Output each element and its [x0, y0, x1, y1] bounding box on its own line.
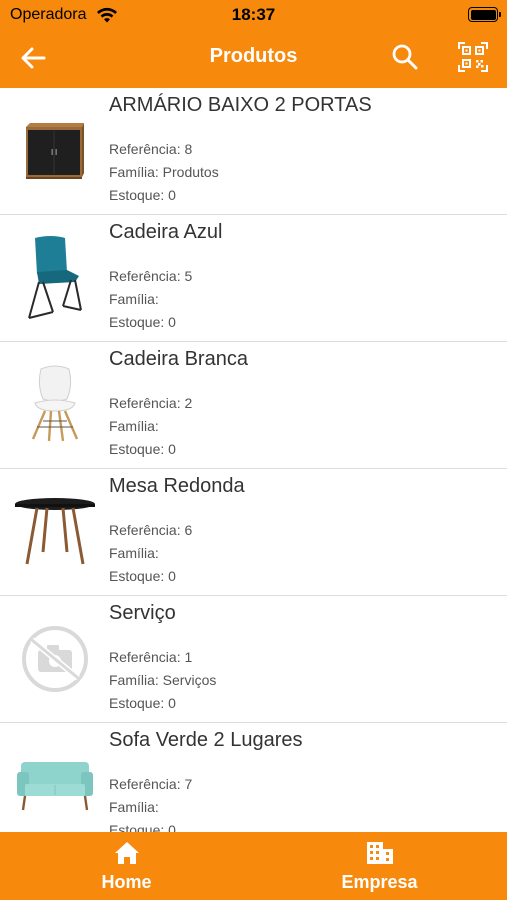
building-icon: [366, 842, 393, 864]
list-item[interactable]: ARMÁRIO BAIXO 2 PORTAS Referência: 8 Fam…: [0, 88, 507, 215]
tab-home-label: Home: [101, 872, 152, 892]
product-family: Família:: [109, 418, 159, 434]
product-stock: Estoque: 0: [109, 187, 176, 203]
product-reference: Referência: 5: [109, 268, 193, 284]
product-name: Cadeira Branca: [109, 348, 248, 370]
product-list[interactable]: ARMÁRIO BAIXO 2 PORTAS Referência: 8 Fam…: [0, 88, 507, 832]
product-stock: Estoque: 0: [109, 822, 176, 832]
product-reference: Referência: 7: [109, 776, 193, 792]
product-name: Sofa Verde 2 Lugares: [109, 729, 303, 751]
clock: 18:37: [231, 5, 276, 24]
home-icon: [114, 842, 139, 864]
page-title: Produtos: [209, 45, 298, 67]
list-item[interactable]: Cadeira Branca Referência: 2 Família: Es…: [0, 342, 507, 469]
status-bar: Operadora 18:37: [0, 0, 507, 30]
list-item[interactable]: Cadeira Azul Referência: 5 Família: Esto…: [0, 215, 507, 342]
list-item[interactable]: Mesa Redonda Referência: 6 Família: Esto…: [0, 469, 507, 596]
product-family: Família: Produtos: [109, 164, 219, 180]
product-reference: Referência: 2: [109, 395, 193, 411]
tab-empresa[interactable]: Empresa: [253, 832, 506, 900]
product-family: Família:: [109, 291, 159, 307]
product-family: Família: Serviços: [109, 672, 217, 688]
product-stock: Estoque: 0: [109, 695, 176, 711]
round-table-image: [12, 483, 98, 581]
product-stock: Estoque: 0: [109, 441, 176, 457]
product-reference: Referência: 6: [109, 522, 193, 538]
search-icon[interactable]: [390, 42, 420, 72]
product-name: Serviço: [109, 602, 176, 624]
white-chair-image: [12, 356, 98, 454]
tab-empresa-label: Empresa: [341, 872, 418, 892]
green-sofa-image: [12, 737, 98, 832]
cabinet-image: [12, 102, 98, 200]
product-family: Família:: [109, 799, 159, 815]
app-header: Operadora 18:37 Produtos: [0, 0, 507, 88]
no-photo-icon: [12, 610, 98, 708]
tab-home[interactable]: Home: [0, 832, 253, 900]
product-name: Mesa Redonda: [109, 475, 245, 497]
qr-scan-icon[interactable]: [458, 42, 488, 72]
product-stock: Estoque: 0: [109, 314, 176, 330]
product-reference: Referência: 8: [109, 141, 193, 157]
list-item[interactable]: Serviço Referência: 1 Família: Serviços …: [0, 596, 507, 723]
product-name: ARMÁRIO BAIXO 2 PORTAS: [109, 94, 372, 116]
tab-bar: Home Empresa: [0, 832, 507, 900]
battery-icon: [468, 7, 501, 22]
blue-chair-image: [12, 229, 98, 327]
product-reference: Referência: 1: [109, 649, 193, 665]
product-stock: Estoque: 0: [109, 568, 176, 584]
product-family: Família:: [109, 545, 159, 561]
nav-bar: Produtos: [0, 30, 507, 86]
product-name: Cadeira Azul: [109, 221, 223, 243]
list-item[interactable]: Sofa Verde 2 Lugares Referência: 7 Famíl…: [0, 723, 507, 832]
